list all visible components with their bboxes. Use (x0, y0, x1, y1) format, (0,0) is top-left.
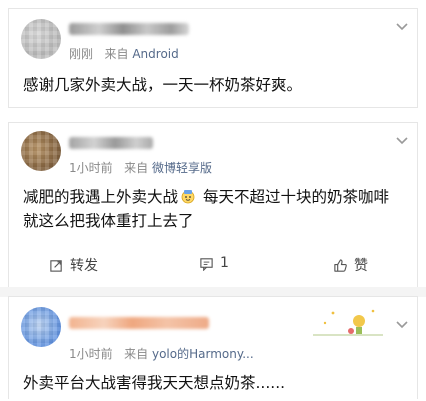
like-button[interactable]: 赞 (333, 255, 368, 275)
post-actions: 转发 1 赞 (9, 249, 417, 281)
like-label: 赞 (354, 258, 368, 274)
comment-icon (200, 257, 213, 271)
repost-label: 转发 (70, 258, 98, 274)
emoji-icon (181, 190, 195, 204)
comment-button[interactable]: 1 (199, 255, 229, 271)
post-meta: 1小时前 来自 微博轻享版 (69, 159, 212, 176)
post-text: 感谢几家外卖大战，一天一杯奶茶好爽。 (23, 76, 303, 94)
post-text: 外卖平台大战害得我天天想点奶茶...... (23, 374, 286, 392)
post-time: 刚刚 (69, 47, 94, 61)
post-meta: 刚刚 来自 Android (69, 45, 179, 62)
post-card-2: 1小时前 来自 微博轻享版 减肥的我遇上外卖大战 每天不超过十块的奶茶咖啡 就这… (8, 122, 418, 288)
blurred-username[interactable] (69, 317, 209, 329)
post-card-1: 刚刚 来自 Android 感谢几家外卖大战，一天一杯奶茶好爽。 (8, 8, 418, 108)
avatar[interactable] (21, 131, 61, 171)
post-text: 减肥的我遇上外卖大战 每天不超过十块的奶茶咖啡 就这么把我体重打上去了 (23, 185, 403, 233)
post-meta: 1小时前 来自 yolo的Harmony... (69, 345, 254, 362)
like-icon (334, 258, 347, 272)
post-time: 1小时前 (69, 347, 113, 361)
post-from: 来自 (104, 47, 129, 61)
blurred-username[interactable] (69, 23, 189, 35)
post-from: 来自 (124, 347, 149, 361)
post-card-3: 1小时前 来自 yolo的Harmony... 外卖平台大战害得我天天想点奶茶.… (8, 296, 418, 399)
post-source[interactable]: 微博轻享版 (152, 161, 212, 175)
avatar[interactable] (21, 19, 61, 59)
repost-button[interactable]: 转发 (49, 255, 98, 275)
chevron-down-icon[interactable] (395, 317, 409, 331)
chevron-down-icon[interactable] (395, 133, 409, 147)
decoration-sticker-icon (313, 309, 383, 336)
chevron-down-icon[interactable] (395, 19, 409, 33)
repost-icon (50, 259, 62, 272)
post-source[interactable]: yolo的Harmony... (152, 347, 254, 361)
post-text-part-1: 减肥的我遇上外卖大战 (23, 188, 179, 206)
avatar[interactable] (21, 307, 61, 347)
post-time: 1小时前 (69, 161, 113, 175)
post-from: 来自 (124, 161, 149, 175)
blurred-username[interactable] (69, 137, 153, 149)
post-source[interactable]: Android (132, 47, 178, 61)
comment-count: 1 (220, 255, 229, 271)
